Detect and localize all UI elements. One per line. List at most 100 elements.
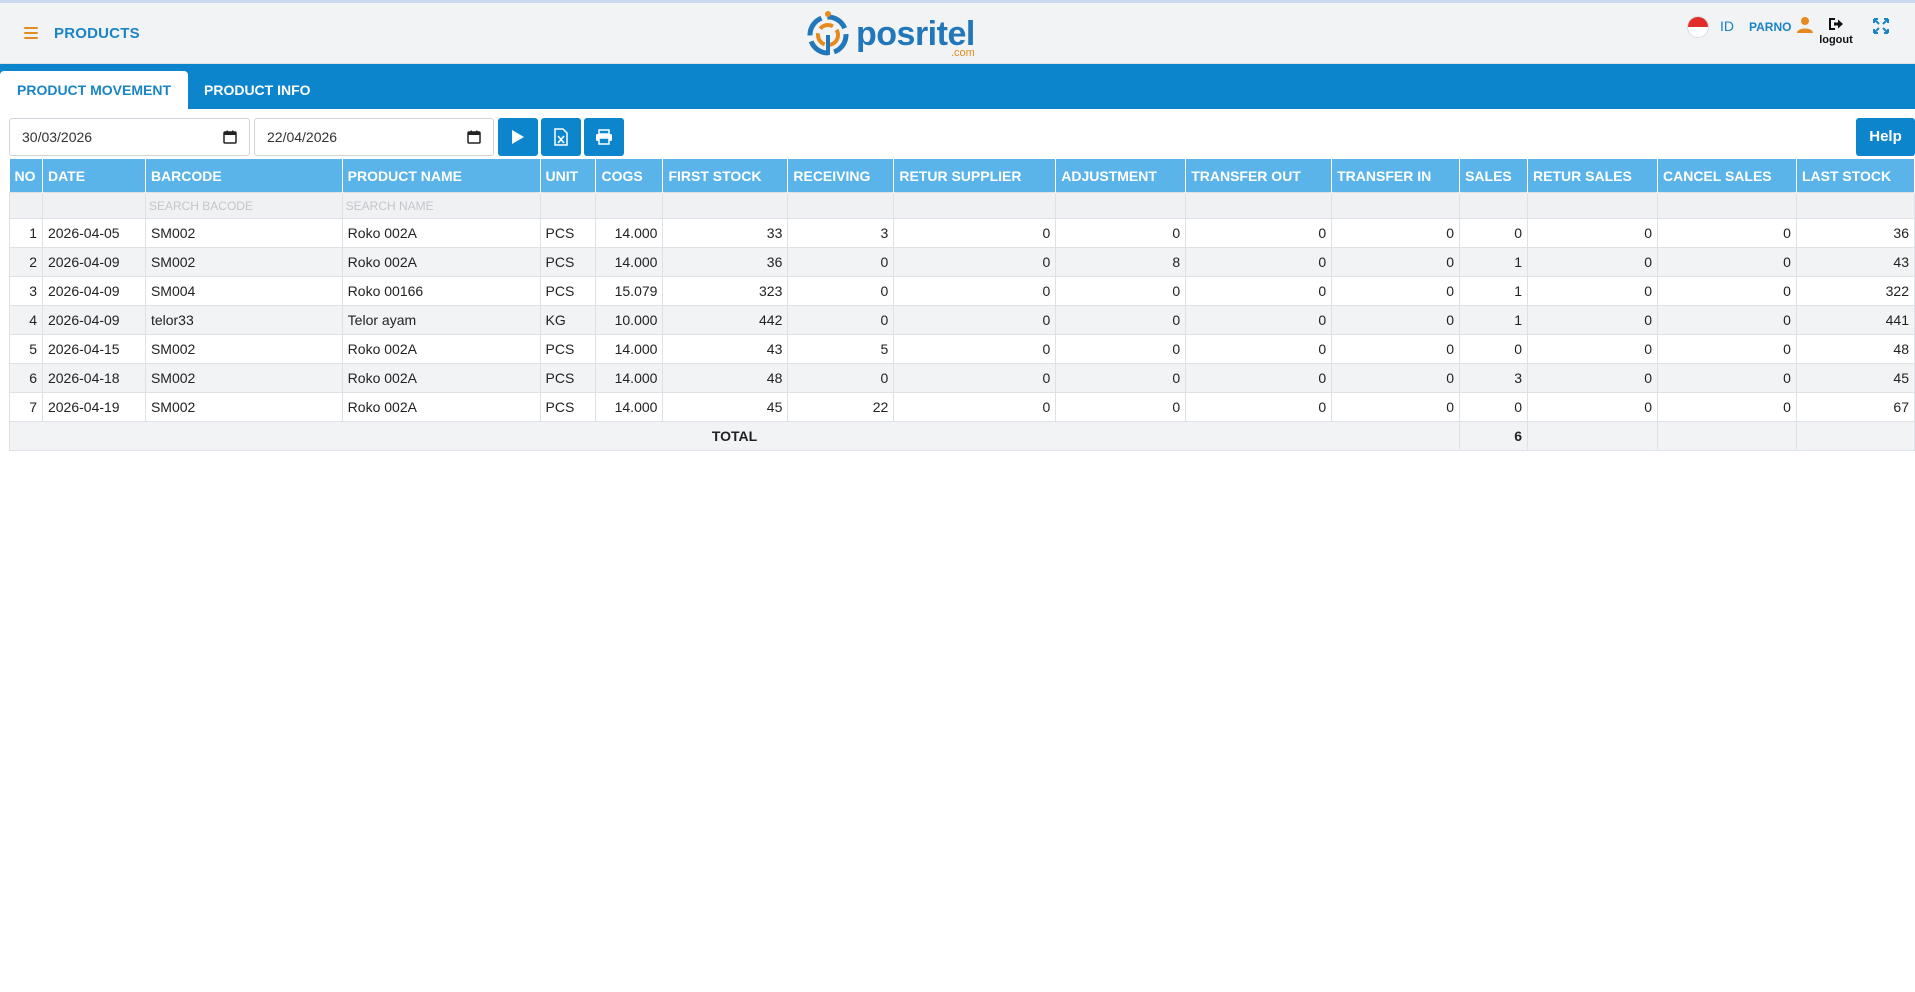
col-cogs[interactable]: COGS <box>595 159 664 193</box>
cell-last-stock: 67 <box>1795 392 1915 422</box>
col-transfer-out[interactable]: TRANSFER OUT <box>1185 159 1333 193</box>
col-adjustment[interactable]: ADJUSTMENT <box>1055 159 1187 193</box>
cell-receiving: 0 <box>787 276 895 306</box>
col-receiving[interactable]: RECEIVING <box>787 159 895 193</box>
fullscreen-icon[interactable] <box>1872 17 1890 35</box>
cell-no: 7 <box>9 392 43 422</box>
menu-icon[interactable] <box>24 27 38 39</box>
col-retur-supplier[interactable]: RETUR SUPPLIER <box>893 159 1057 193</box>
cell-adjustment: 0 <box>1055 276 1187 306</box>
cell-first-stock: 43 <box>662 334 789 364</box>
col-barcode[interactable]: BARCODE <box>145 159 343 193</box>
table-row[interactable]: 3 2026-04-09 SM004 Roko 00166 PCS 15.079 323 0 0… <box>9 276 1915 306</box>
cell-transfer-in: 0 <box>1331 276 1461 306</box>
calendar-icon[interactable] <box>467 130 481 144</box>
tab-product-info[interactable]: PRODUCT INFO <box>187 71 328 109</box>
col-first-stock[interactable]: FIRST STOCK <box>662 159 789 193</box>
col-sales[interactable]: SALES <box>1459 159 1529 193</box>
col-no[interactable]: NO <box>9 159 43 193</box>
logout-button[interactable]: logout <box>1818 17 1854 46</box>
cell-retur-supplier: 0 <box>893 334 1057 364</box>
cell-sales: 0 <box>1459 218 1529 248</box>
cell-unit: PCS <box>539 247 597 277</box>
cell-first-stock: 33 <box>662 218 789 248</box>
date-from-input[interactable]: 30/03/2026 <box>9 118 250 156</box>
cell-retur-supplier: 0 <box>893 363 1057 393</box>
col-last-stock[interactable]: LAST STOCK <box>1796 159 1915 193</box>
tab-product-movement[interactable]: PRODUCT MOVEMENT <box>0 71 188 109</box>
print-button[interactable] <box>584 118 624 156</box>
cell-barcode: SM002 <box>144 334 343 364</box>
cell-sales: 1 <box>1459 305 1529 335</box>
table-row[interactable]: 5 2026-04-15 SM002 Roko 002A PCS 14.000 43 5 0 0 0… <box>9 334 1915 364</box>
cell-last-stock: 36 <box>1795 218 1915 248</box>
cell-retur-supplier: 0 <box>893 305 1057 335</box>
user-icon[interactable] <box>1796 16 1814 34</box>
cell-first-stock: 323 <box>662 276 789 306</box>
cell-retur-sales: 0 <box>1527 276 1658 306</box>
search-barcode-input[interactable] <box>146 193 342 218</box>
run-button[interactable] <box>498 118 538 156</box>
cell-no: 1 <box>9 218 43 248</box>
logo-mark-icon <box>807 11 849 56</box>
cell-transfer-in: 0 <box>1331 218 1461 248</box>
cell-transfer-out: 0 <box>1185 392 1333 422</box>
cell-barcode: telor33 <box>144 305 343 335</box>
cell-first-stock: 48 <box>662 363 789 393</box>
cell-retur-sales: 0 <box>1527 363 1658 393</box>
cell-barcode: SM004 <box>144 276 343 306</box>
table-body: 1 2026-04-05 SM002 Roko 002A PCS 14.000 33 3 0 0 0… <box>9 218 1915 422</box>
cell-retur-supplier: 0 <box>893 247 1057 277</box>
help-button[interactable]: Help <box>1856 118 1915 156</box>
posritel-logo: posritel .com <box>802 9 975 59</box>
col-product-name[interactable]: PRODUCT NAME <box>342 159 541 193</box>
search-name-input[interactable] <box>343 193 540 218</box>
cell-last-stock: 322 <box>1795 276 1915 306</box>
cell-receiving: 3 <box>787 218 895 248</box>
cell-product-name: Roko 002A <box>341 247 541 277</box>
cell-sales: 0 <box>1459 334 1529 364</box>
cell-adjustment: 0 <box>1055 218 1187 248</box>
col-retur-sales[interactable]: RETUR SALES <box>1527 159 1658 193</box>
table-row[interactable]: 6 2026-04-18 SM002 Roko 002A PCS 14.000 48 0 0 0 0… <box>9 363 1915 393</box>
table-row[interactable]: 4 2026-04-09 telor33 Telor ayam KG 10.000 442 0… <box>9 305 1915 335</box>
cell-cancel-sales: 0 <box>1656 305 1797 335</box>
date-to-input[interactable]: 22/04/2026 <box>254 118 494 156</box>
col-transfer-in[interactable]: TRANSFER IN <box>1331 159 1461 193</box>
table-row[interactable]: 7 2026-04-19 SM002 Roko 002A PCS 14.000 45 22 0 0… <box>9 392 1915 422</box>
logo-domain: .com <box>950 47 975 59</box>
language-selector[interactable]: ID <box>1720 18 1734 34</box>
cell-cancel-sales: 0 <box>1656 218 1797 248</box>
col-unit[interactable]: UNIT <box>540 159 597 193</box>
product-movement-table-wrapper: NO DATE BARCODE PRODUCT NAME UNIT COGS F… <box>8 159 1915 451</box>
calendar-icon[interactable] <box>223 130 237 144</box>
cell-product-name: Roko 002A <box>341 363 541 393</box>
cell-transfer-in: 0 <box>1331 392 1461 422</box>
cell-retur-sales: 0 <box>1527 247 1658 277</box>
product-movement-table: NO DATE BARCODE PRODUCT NAME UNIT COGS F… <box>8 159 1915 451</box>
table-row[interactable]: 1 2026-04-05 SM002 Roko 002A PCS 14.000 33 3 0 0 0… <box>9 218 1915 248</box>
cell-retur-sales: 0 <box>1527 392 1658 422</box>
table-search-row <box>9 192 1915 219</box>
cell-retur-sales: 0 <box>1527 305 1658 335</box>
cell-transfer-out: 0 <box>1185 247 1333 277</box>
export-excel-button[interactable] <box>541 118 581 156</box>
cell-date: 2026-04-09 <box>41 305 146 335</box>
cell-sales: 1 <box>1459 247 1529 277</box>
table-total-row: TOTAL 6 <box>8 421 1915 451</box>
table-row[interactable]: 2 2026-04-09 SM002 Roko 002A PCS 14.000 36 0 0 8 0… <box>9 247 1915 277</box>
cell-adjustment: 8 <box>1055 247 1187 277</box>
col-date[interactable]: DATE <box>42 159 146 193</box>
cell-cogs: 14.000 <box>595 247 664 277</box>
cell-adjustment: 0 <box>1055 392 1187 422</box>
cell-unit: PCS <box>539 218 597 248</box>
indonesia-flag-icon[interactable] <box>1688 17 1708 37</box>
cell-last-stock: 441 <box>1795 305 1915 335</box>
date-from-value: 30/03/2026 <box>22 129 93 145</box>
cell-no: 4 <box>9 305 43 335</box>
cell-adjustment: 0 <box>1055 363 1187 393</box>
cell-cancel-sales: 0 <box>1656 363 1797 393</box>
cell-retur-supplier: 0 <box>893 392 1057 422</box>
col-cancel-sales[interactable]: CANCEL SALES <box>1657 159 1797 193</box>
cell-sales: 0 <box>1459 392 1529 422</box>
